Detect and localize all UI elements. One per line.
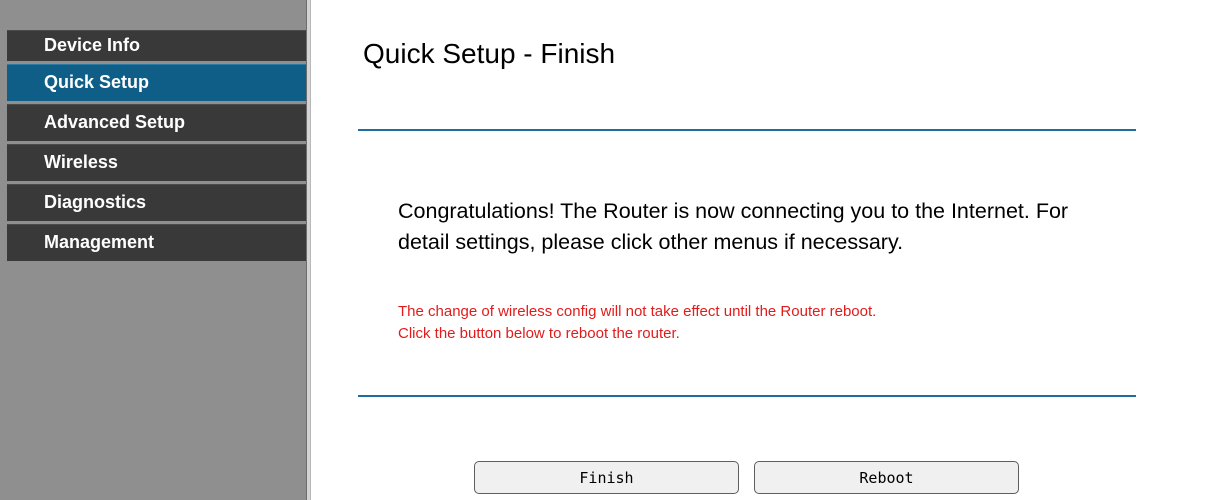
sidebar-item-diagnostics[interactable]: Diagnostics bbox=[7, 184, 306, 221]
reboot-button[interactable]: Reboot bbox=[754, 461, 1019, 494]
bottom-divider bbox=[358, 395, 1136, 397]
reboot-warning-line-1: The change of wireless config will not t… bbox=[398, 303, 877, 320]
sidebar-item-wireless[interactable]: Wireless bbox=[7, 144, 306, 181]
sidebar-item-device-info[interactable]: Device Info bbox=[7, 30, 306, 61]
reboot-warning-line-2: Click the button below to reboot the rou… bbox=[398, 325, 680, 342]
sidebar-menu: Device Info Quick Setup Advanced Setup W… bbox=[7, 30, 306, 264]
reboot-warning: The change of wireless config will not t… bbox=[398, 301, 1118, 345]
congratulations-message: Congratulations! The Router is now conne… bbox=[398, 199, 1069, 254]
top-divider bbox=[358, 129, 1136, 131]
sidebar-item-advanced-setup[interactable]: Advanced Setup bbox=[7, 104, 306, 141]
page-title: Quick Setup - Finish bbox=[363, 38, 616, 69]
sidebar: Device Info Quick Setup Advanced Setup W… bbox=[0, 0, 306, 500]
sidebar-item-management[interactable]: Management bbox=[7, 224, 306, 261]
finish-button[interactable]: Finish bbox=[474, 461, 739, 494]
main-content: Quick Setup - Finish Congratulations! Th… bbox=[311, 0, 1206, 500]
sidebar-item-quick-setup[interactable]: Quick Setup bbox=[7, 64, 306, 101]
